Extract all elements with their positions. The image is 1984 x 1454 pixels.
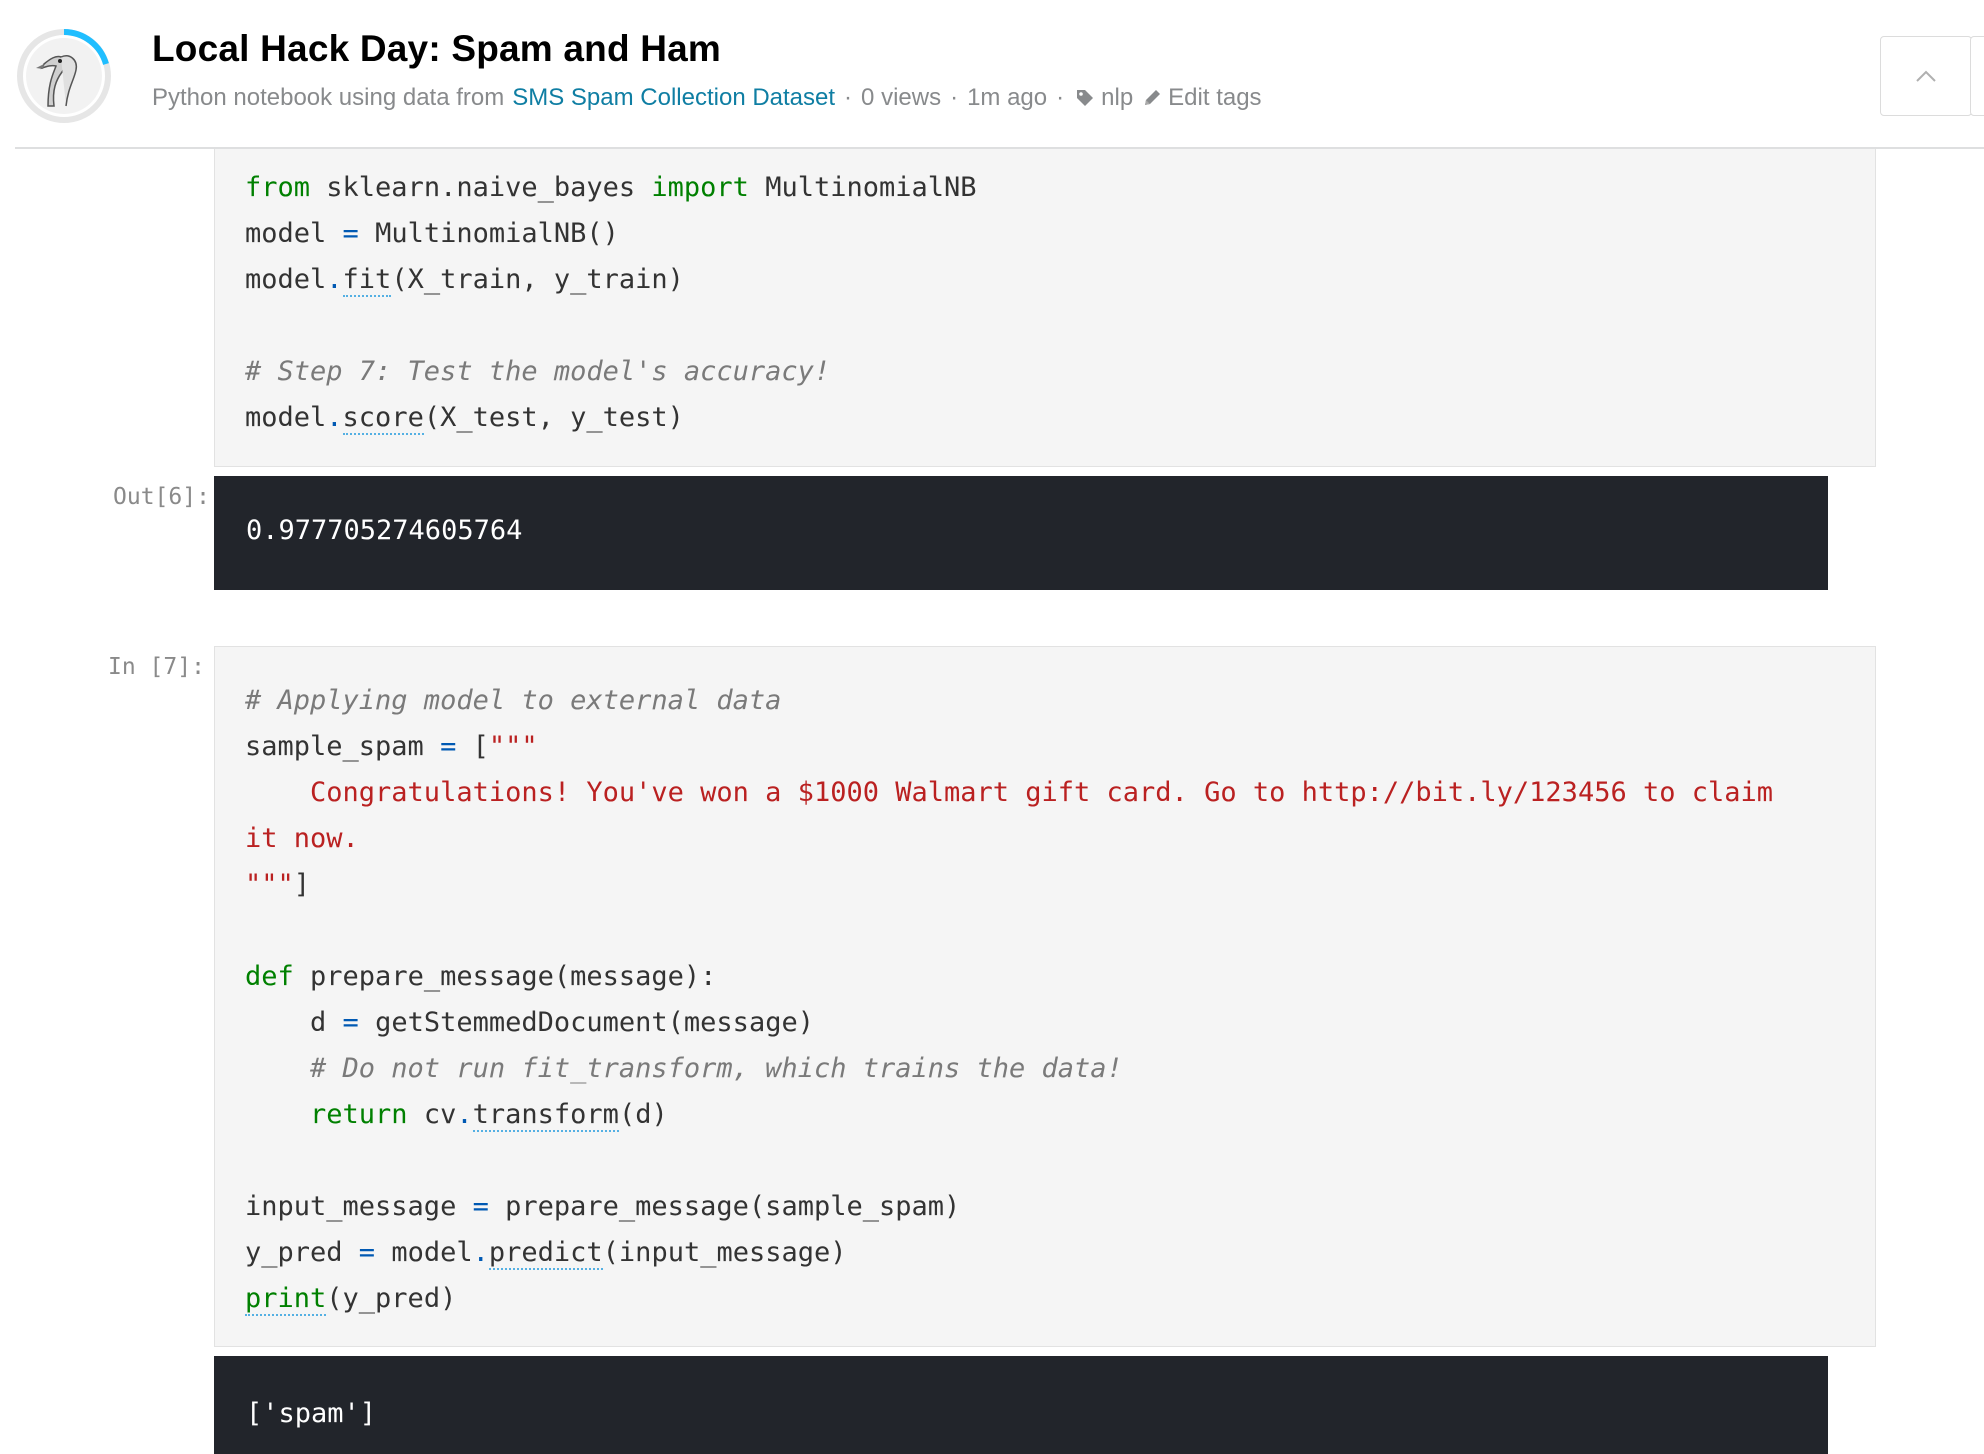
code-token: cv xyxy=(407,1099,457,1130)
kernel-meta: Python notebook using data from SMS Spam… xyxy=(152,84,1262,112)
meta-separator: · xyxy=(950,84,959,111)
code-token: y_pred xyxy=(245,1237,359,1268)
code-line: it now. xyxy=(245,816,1773,862)
code-token: return xyxy=(310,1099,408,1130)
code-line: # Do not run fit_transform, which trains… xyxy=(245,1046,1773,1092)
meta-separator: · xyxy=(844,84,853,111)
code-token: fit xyxy=(342,264,392,297)
code-token: . xyxy=(456,1099,473,1130)
code-token: (X_train, y_train) xyxy=(391,264,684,295)
tag-nlp[interactable]: nlp xyxy=(1101,84,1133,112)
code-token: . xyxy=(326,264,343,295)
code-token: model xyxy=(245,264,327,295)
code-token: # Do not run fit_transform, which trains… xyxy=(245,1053,1123,1084)
code-token: it now. xyxy=(245,823,359,854)
code-token: getStemmedDocument(message) xyxy=(358,1007,814,1038)
code-token: = xyxy=(440,731,457,762)
code-line: # Step 7: Test the model's accuracy! xyxy=(245,349,977,395)
code-token: model xyxy=(245,218,343,249)
output-text: ['spam'] xyxy=(246,1398,377,1429)
output-prompt: Out[6]: xyxy=(113,484,210,510)
code-token: transform xyxy=(472,1099,619,1132)
kernel-header: Local Hack Day: Spam and Ham Python note… xyxy=(0,0,1984,148)
code-token: = xyxy=(342,218,359,249)
code-token: (d) xyxy=(618,1099,668,1130)
output-text: 0.977705274605764 xyxy=(246,515,523,546)
code-token: (y_pred) xyxy=(326,1283,457,1314)
timestamp: 1m ago xyxy=(967,84,1048,111)
collapse-header-button[interactable] xyxy=(1880,36,1972,116)
code-line: from sklearn.naive_bayes import Multinom… xyxy=(245,165,977,211)
code-token: score xyxy=(342,402,424,435)
user-avatar[interactable] xyxy=(14,26,114,126)
output-area: 0.977705274605764 xyxy=(214,476,1828,590)
code-line: Congratulations! You've won a $1000 Walm… xyxy=(245,770,1773,816)
code-token: # Applying model to external data xyxy=(245,685,782,716)
code-token: Congratulations! You've won a $1000 Walm… xyxy=(245,777,1774,808)
code-line: return cv.transform(d) xyxy=(245,1092,1773,1138)
code-token: """ xyxy=(488,731,538,762)
code-cell-6[interactable]: from sklearn.naive_bayes import Multinom… xyxy=(214,149,1876,467)
tag-icon xyxy=(1075,88,1095,108)
code-token: predict xyxy=(488,1237,603,1270)
code-token: print xyxy=(245,1283,327,1316)
code-token: (X_test, y_test) xyxy=(423,402,684,433)
code-token: prepare_message(message): xyxy=(293,961,717,992)
code-editor[interactable]: from sklearn.naive_bayes import Multinom… xyxy=(245,165,977,441)
code-line: input_message = prepare_message(sample_s… xyxy=(245,1184,1773,1230)
code-token: prepare_message(sample_spam) xyxy=(488,1191,961,1222)
code-token: sklearn.naive_bayes xyxy=(310,172,652,203)
code-token: def xyxy=(245,961,294,992)
code-token: MultinomialNB() xyxy=(358,218,619,249)
code-token: [ xyxy=(456,731,489,762)
code-token: model xyxy=(245,402,327,433)
avatar-ring-icon xyxy=(17,29,111,123)
code-line: model.fit(X_train, y_train) xyxy=(245,257,977,303)
code-token: = xyxy=(342,1007,359,1038)
header-side-button[interactable] xyxy=(1970,36,1984,116)
code-token: model xyxy=(375,1237,473,1268)
code-cell-7[interactable]: # Applying model to external data sample_… xyxy=(214,646,1876,1347)
meta-prefix: Python notebook using data from xyxy=(152,84,505,111)
dataset-link[interactable]: SMS Spam Collection Dataset xyxy=(512,84,835,112)
code-line: model.score(X_test, y_test) xyxy=(245,395,977,441)
code-line: d = getStemmedDocument(message) xyxy=(245,1000,1773,1046)
code-token: from xyxy=(245,172,311,203)
code-line: y_pred = model.predict(input_message) xyxy=(245,1230,1773,1276)
view-count: 0 views xyxy=(861,84,942,111)
code-token: . xyxy=(472,1237,489,1268)
code-token: = xyxy=(472,1191,489,1222)
code-token: """ xyxy=(245,869,294,900)
kernel-title: Local Hack Day: Spam and Ham xyxy=(152,28,722,69)
code-token: MultinomialNB xyxy=(748,172,977,203)
pencil-icon xyxy=(1142,88,1162,108)
code-token: input_message xyxy=(245,1191,473,1222)
code-line: print(y_pred) xyxy=(245,1276,1773,1322)
code-token: = xyxy=(358,1237,376,1268)
code-line: def prepare_message(message): xyxy=(245,954,1773,1000)
output-area: ['spam'] xyxy=(214,1356,1828,1454)
edit-tags-link[interactable]: Edit tags xyxy=(1168,84,1261,112)
chevron-up-icon xyxy=(1916,70,1936,82)
code-token: sample_spam xyxy=(245,731,441,762)
code-line: """] xyxy=(245,862,1773,908)
input-prompt: In [7]: xyxy=(108,654,205,680)
code-editor[interactable]: # Applying model to external data sample_… xyxy=(245,678,1773,1322)
code-token: # Step 7: Test the model's accuracy! xyxy=(245,356,831,387)
code-line: # Applying model to external data xyxy=(245,678,1773,724)
code-token: ] xyxy=(293,869,311,900)
code-token: import xyxy=(651,172,749,203)
code-line: model = MultinomialNB() xyxy=(245,211,977,257)
code-token: (input_message) xyxy=(602,1237,847,1268)
code-line: sample_spam = [""" xyxy=(245,724,1773,770)
code-token: . xyxy=(326,402,343,433)
code-token: d xyxy=(245,1007,343,1038)
meta-separator: · xyxy=(1056,84,1065,111)
